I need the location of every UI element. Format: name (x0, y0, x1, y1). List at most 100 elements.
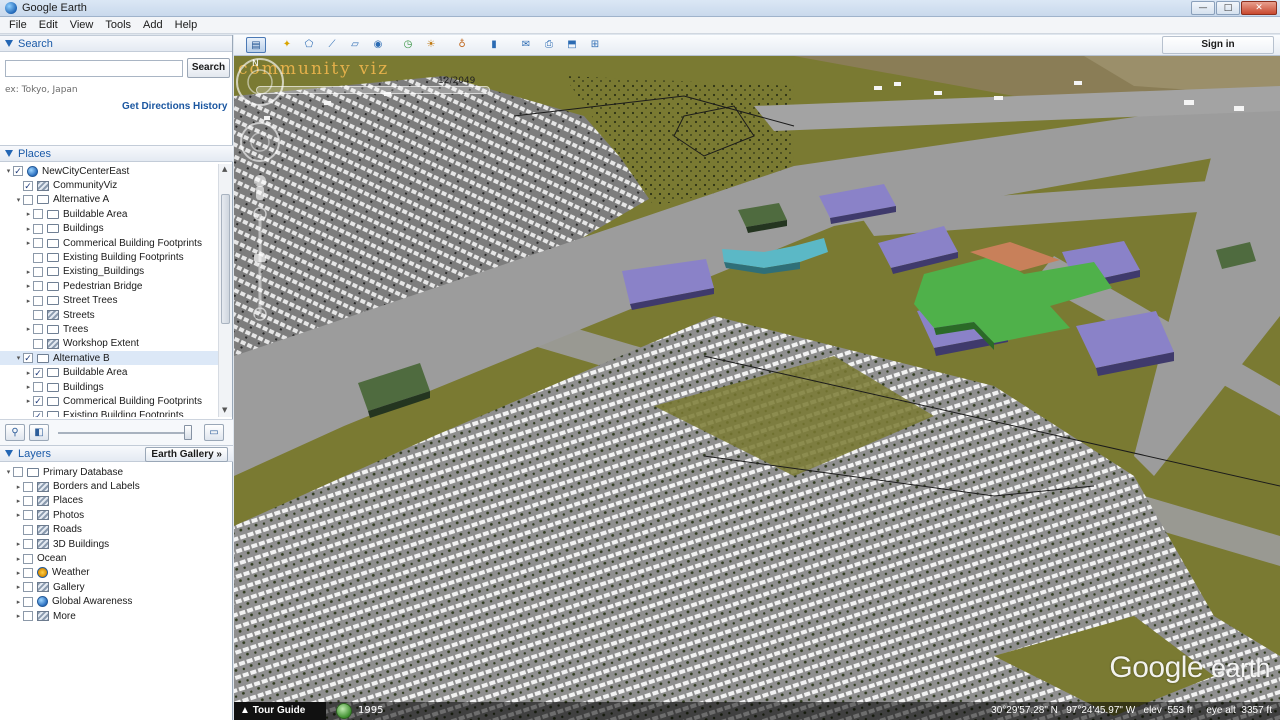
places-tree-item[interactable]: Existing Building Footprints (0, 250, 218, 264)
layers-tree-item[interactable]: ▸ Global Awareness (0, 595, 233, 609)
places-tree-item[interactable]: ▸ Commerical Building Footprints (0, 394, 218, 408)
path-icon[interactable]: ⟋ (323, 37, 341, 53)
visibility-checkbox[interactable] (13, 467, 23, 478)
expand-arrow-icon[interactable]: ▸ (14, 612, 23, 620)
sunlight-icon[interactable]: ☀ (422, 37, 440, 53)
menu-edit[interactable]: Edit (33, 19, 64, 31)
expand-arrow-icon[interactable]: ▸ (24, 225, 33, 233)
tour-guide-button[interactable]: ▲ Tour Guide (234, 702, 326, 720)
expand-arrow-icon[interactable]: ▸ (14, 511, 23, 519)
menu-file[interactable]: File (3, 19, 33, 31)
expand-arrow-icon[interactable]: ▸ (14, 540, 23, 548)
view-in-maps-icon[interactable]: ⊞ (586, 37, 604, 53)
visibility-checkbox[interactable] (33, 396, 43, 407)
expand-arrow-icon[interactable]: ▸ (14, 555, 23, 563)
layers-tree-item[interactable]: ▸ More (0, 609, 233, 623)
history-link[interactable]: History (193, 101, 227, 112)
menu-add[interactable]: Add (137, 19, 169, 31)
visibility-checkbox[interactable] (23, 495, 33, 506)
places-scrollbar[interactable]: ▲ ▼ (218, 164, 232, 417)
visibility-checkbox[interactable] (23, 611, 33, 622)
places-tree-item[interactable]: ▸ Buildings (0, 222, 218, 236)
menu-help[interactable]: Help (169, 19, 204, 31)
layers-tree-item[interactable]: ▸ Weather (0, 566, 233, 580)
layers-tree-item[interactable]: ▸ Places (0, 494, 233, 508)
magnifier-icon[interactable]: ⚲ (5, 424, 25, 441)
places-tree-item[interactable]: Existing Building Footprints (0, 409, 218, 417)
expand-arrow-icon[interactable]: ▸ (14, 583, 23, 591)
visibility-checkbox[interactable] (33, 382, 43, 393)
expand-arrow-icon[interactable]: ▸ (24, 282, 33, 290)
expand-arrow-icon[interactable]: ▸ (24, 268, 33, 276)
historical-imagery-clock-icon[interactable] (336, 703, 352, 719)
visibility-checkbox[interactable] (33, 266, 43, 277)
visibility-checkbox[interactable] (23, 567, 33, 578)
polygon-icon[interactable]: ⬠ (300, 37, 318, 53)
visibility-checkbox[interactable] (23, 582, 33, 593)
places-tree-item[interactable]: ▾ Alternative B (0, 351, 218, 366)
expand-arrow-icon[interactable]: ▾ (14, 196, 23, 204)
panel-toggle-icon[interactable]: ◧ (29, 424, 49, 441)
visibility-checkbox[interactable] (23, 539, 33, 550)
print-icon[interactable]: ⎙ (540, 37, 558, 53)
image-overlay-icon[interactable]: ▱ (346, 37, 364, 53)
places-tree-item[interactable]: CommunityViz (0, 178, 218, 192)
expand-arrow-icon[interactable]: ▸ (14, 598, 23, 606)
navigation-controls[interactable]: N (234, 56, 286, 326)
visibility-checkbox[interactable] (33, 238, 43, 249)
places-tree-item[interactable]: ▸ Buildable Area (0, 365, 218, 379)
maximize-button[interactable]: □ (1216, 1, 1240, 15)
places-panel-header[interactable]: Places (0, 145, 233, 162)
visibility-checkbox[interactable] (33, 410, 43, 417)
expand-arrow-icon[interactable]: ▸ (24, 383, 33, 391)
visibility-checkbox[interactable] (23, 481, 33, 492)
expand-arrow-icon[interactable]: ▸ (24, 369, 33, 377)
folder-open-icon[interactable]: ▭ (204, 424, 224, 441)
places-tree-item[interactable]: ▾ Alternative A (0, 193, 218, 207)
expand-arrow-icon[interactable]: ▸ (14, 569, 23, 577)
expand-arrow-icon[interactable]: ▸ (14, 483, 23, 491)
email-icon[interactable]: ✉ (517, 37, 535, 53)
minimize-button[interactable]: — (1191, 1, 1215, 15)
expand-arrow-icon[interactable]: ▾ (4, 167, 13, 175)
menu-view[interactable]: View (64, 19, 100, 31)
search-input[interactable] (5, 60, 183, 77)
layers-tree-item[interactable]: ▾ Primary Database (0, 465, 233, 479)
places-tree-item[interactable]: Workshop Extent (0, 337, 218, 351)
visibility-checkbox[interactable] (33, 209, 43, 220)
visibility-checkbox[interactable] (23, 524, 33, 535)
opacity-slider-knob[interactable] (184, 425, 192, 440)
places-tree-item[interactable]: ▸ Pedestrian Bridge (0, 279, 218, 293)
visibility-checkbox[interactable] (33, 252, 43, 263)
3d-map-view[interactable]: community viz 12/2049 N Google earth ▲ T… (234, 56, 1280, 720)
layers-tree-item[interactable]: Roads (0, 523, 233, 537)
places-tree-item[interactable]: ▸ Buildable Area (0, 207, 218, 221)
scroll-down-arrow-icon[interactable]: ▼ (222, 406, 227, 414)
places-tree-item[interactable]: Streets (0, 308, 218, 322)
places-tree-item[interactable]: ▸ Buildings (0, 380, 218, 394)
places-tree-item[interactable]: ▸ Trees (0, 322, 218, 336)
places-tree-item[interactable]: ▸ Commerical Building Footprints (0, 236, 218, 250)
expand-arrow-icon[interactable]: ▸ (24, 325, 33, 333)
expand-arrow-icon[interactable]: ▾ (14, 354, 23, 362)
visibility-checkbox[interactable] (33, 310, 43, 321)
placemark-icon[interactable]: ✦ (278, 37, 296, 53)
visibility-checkbox[interactable] (13, 166, 23, 177)
historical-imagery-icon[interactable]: ◷ (399, 37, 417, 53)
time-slider[interactable] (256, 86, 490, 94)
opacity-slider-track[interactable] (58, 432, 188, 434)
layers-tree-item[interactable]: ▸ 3D Buildings (0, 537, 233, 551)
visibility-checkbox[interactable] (23, 596, 33, 607)
places-tree-item[interactable]: ▸ Existing_Buildings (0, 265, 218, 279)
search-button[interactable]: Search (187, 58, 230, 78)
visibility-checkbox[interactable] (23, 510, 33, 521)
scrollbar-thumb[interactable] (221, 194, 230, 324)
expand-arrow-icon[interactable]: ▸ (24, 239, 33, 247)
visibility-checkbox[interactable] (33, 338, 43, 349)
expand-arrow-icon[interactable]: ▾ (4, 468, 13, 476)
planets-icon[interactable]: ♁ (453, 37, 471, 53)
places-tree-item[interactable]: ▸ Street Trees (0, 294, 218, 308)
ruler-icon[interactable]: ▮ (485, 37, 503, 53)
visibility-checkbox[interactable] (33, 223, 43, 234)
visibility-checkbox[interactable] (23, 194, 33, 205)
